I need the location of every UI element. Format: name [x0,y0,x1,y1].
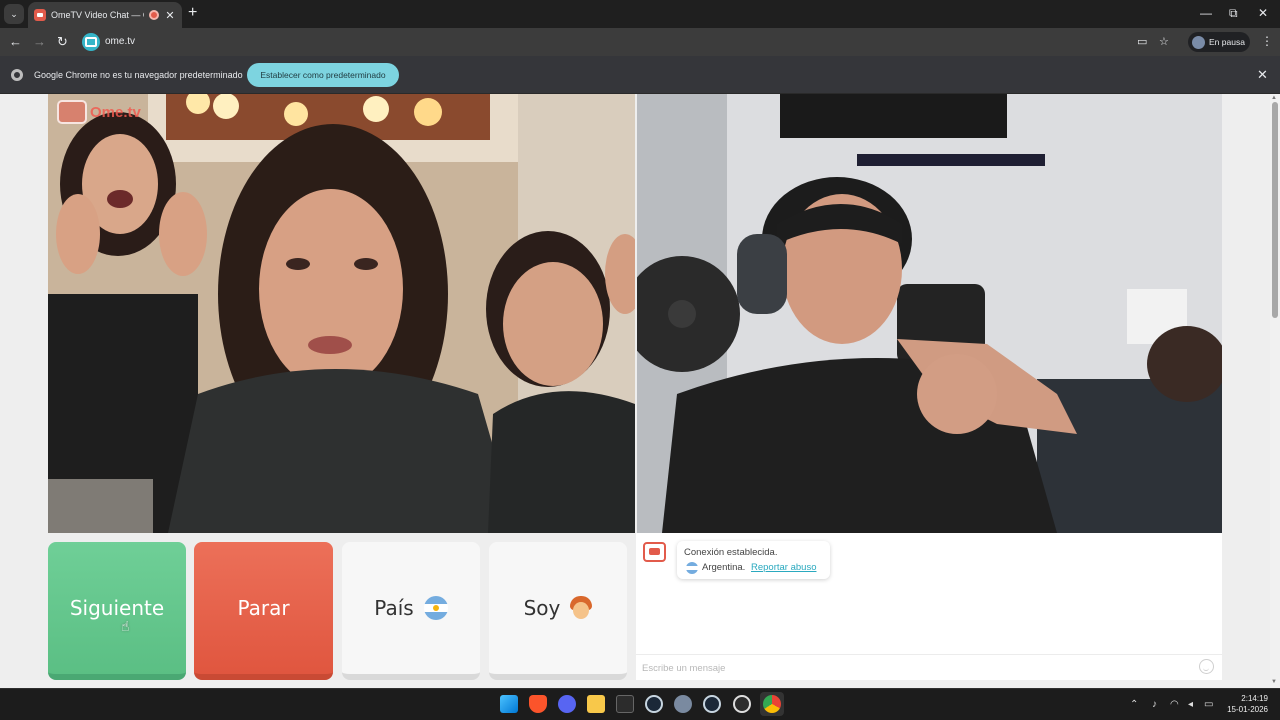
brave-browser-icon[interactable] [529,695,547,713]
profile-button[interactable]: En pausa [1188,32,1250,52]
stop-button[interactable]: Parar [194,542,333,680]
tab-close-icon[interactable]: ✕ [164,9,176,22]
reload-button[interactable]: ↻ [57,34,68,50]
local-video [637,94,1222,533]
clock-time: 2:14:19 [1241,694,1268,703]
minimize-button[interactable]: — [1200,6,1212,20]
connection-status-text: Conexión establecida. [684,547,778,558]
gender-button[interactable]: Soy [489,542,627,680]
ometv-favicon-icon [34,9,46,21]
browser-tab[interactable]: OmeTV Video Chat — Ome ✕ [28,2,182,28]
tray-chevron-icon[interactable]: ⌃ [1130,699,1138,710]
battery-icon[interactable]: ▭ [1204,699,1213,710]
scroll-up-arrow-icon[interactable]: ▲ [1271,95,1277,101]
site-info-icon[interactable] [82,33,100,51]
address-bar[interactable]: ome.tv [105,36,135,47]
steam-icon[interactable] [645,695,663,713]
close-window-button[interactable]: ✕ [1258,6,1268,20]
country-button-label: País [374,596,414,620]
boy-emoji-icon [570,596,593,620]
chrome-icon [11,69,23,81]
profile-label: En pausa [1209,37,1245,47]
country-filter-button[interactable]: País [342,542,480,680]
epic-games-icon[interactable] [616,695,634,713]
back-button[interactable]: ← [9,34,22,50]
report-abuse-link[interactable]: Reportar abuso [751,562,816,573]
discord-icon[interactable] [558,695,576,713]
bookmark-star-icon[interactable]: ☆ [1159,35,1169,48]
infobar-close-icon[interactable]: ✕ [1257,67,1268,83]
mouse-cursor-icon: ☝ [121,618,130,634]
emoji-smiley-icon[interactable] [1199,659,1214,674]
restore-button[interactable]: ⧉ [1229,6,1238,21]
recording-indicator-icon [149,10,159,20]
wifi-icon[interactable]: ◠ [1170,699,1179,710]
infobar-message: Google Chrome no es tu navegador predete… [34,70,243,80]
next-button-label: Siguiente [69,596,165,620]
stop-button-label: Parar [237,596,290,620]
ome-tv-logo: Ome.tv [57,100,141,124]
gender-button-label: Soy [523,596,561,620]
ome-tv-logo-text: Ome.tv [90,103,141,121]
message-input[interactable] [642,660,1182,676]
file-explorer-icon[interactable] [587,695,605,713]
scrollbar-thumb[interactable] [1272,102,1278,318]
scroll-down-arrow-icon[interactable]: ▼ [1271,679,1277,685]
ome-tv-logo-icon [57,100,87,124]
windows-start-icon[interactable] [500,695,518,713]
clock-date: 15-01-2026 [1227,705,1268,714]
argentina-flag-icon [423,596,448,620]
forward-button[interactable]: → [33,34,46,50]
obs-icon[interactable] [733,695,751,713]
tab-title: OmeTV Video Chat — Ome [51,10,144,20]
browser-menu-icon[interactable]: ⋮ [1261,34,1273,48]
tab-search-chevron-icon[interactable]: ⌄ [4,4,24,24]
steam-2-icon[interactable] [703,695,721,713]
argentina-flag-small-icon [686,562,698,574]
chrome-taskbar-icon[interactable] [763,695,781,713]
microphone-icon[interactable]: ♪ [1152,699,1157,710]
windows-taskbar [0,688,1280,720]
next-button[interactable]: Siguiente [48,542,186,680]
new-tab-button[interactable]: + [188,5,197,21]
remote-video [48,94,635,533]
chat-divider [636,654,1222,655]
taskbar-clock[interactable]: 2:14:19 15-01-2026 [1218,693,1268,715]
avatar [1192,35,1205,49]
settings-gear-icon[interactable] [674,695,692,713]
set-default-button[interactable]: Establecer como predeterminado [247,63,399,87]
browser-toolbar [0,28,1280,56]
ome-tv-chat-icon [643,542,666,562]
cast-icon[interactable]: ▭ [1137,35,1147,48]
volume-icon[interactable]: ◂ [1188,699,1193,710]
partner-country-text: Argentina. [702,562,746,573]
